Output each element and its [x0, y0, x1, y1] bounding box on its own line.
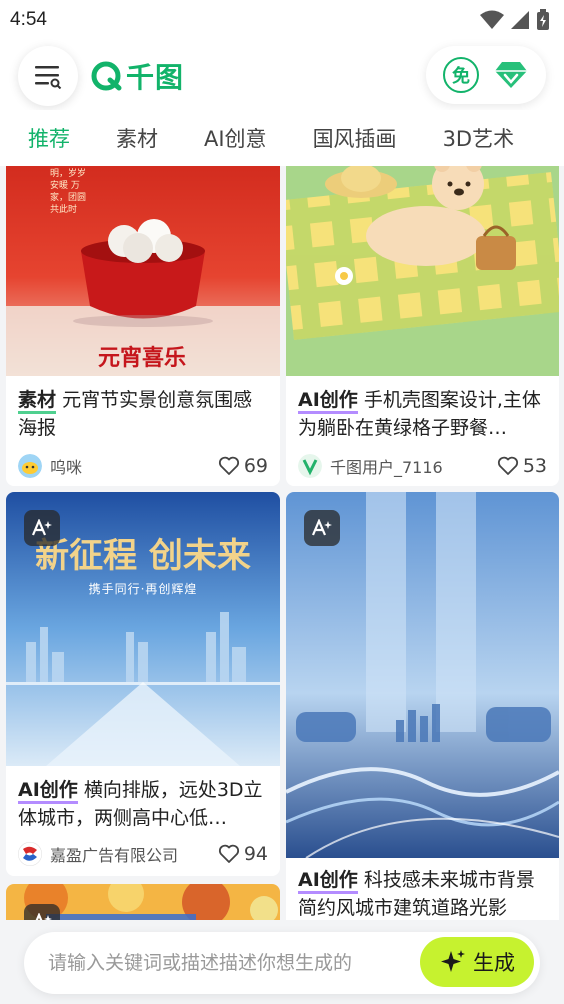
- card-type-badge: 素材: [18, 389, 57, 414]
- card-title: AI创作 手机壳图案设计,主体为躺卧在黄绿格子野餐…: [298, 386, 547, 442]
- ai-tag: [304, 510, 340, 546]
- feed-card[interactable]: 明，岁岁安暖 万家，团圆共此时 元宵喜乐 素材 元宵节实景创意氛围感海报 呜咪 …: [6, 166, 280, 486]
- like-button[interactable]: 69: [218, 455, 268, 477]
- like-count: 53: [522, 455, 547, 477]
- card-title: AI创作 横向排版，远处3D立体城市，两侧高中心低…: [18, 776, 268, 832]
- bottom-bar: 生成: [0, 920, 564, 1004]
- card-title: AI创作 科技感未来城市背景简约风城市建筑道路光影: [298, 866, 547, 920]
- logo-mark-icon: [91, 61, 122, 91]
- card-type-badge: AI创作: [298, 869, 358, 894]
- status-time: 4:54: [10, 9, 47, 30]
- ai-tag: [24, 904, 60, 920]
- tab-recommend[interactable]: 推荐: [28, 123, 70, 153]
- feed: 明，岁岁安暖 万家，团圆共此时 元宵喜乐 素材 元宵节实景创意氛围感海报 呜咪 …: [0, 166, 564, 920]
- ai-tag: [24, 510, 60, 546]
- avatar: [18, 842, 42, 866]
- tab-ai-creative[interactable]: AI创意: [204, 123, 267, 153]
- card-footer: 嘉盈广告有限公司 94: [18, 840, 268, 868]
- sparkle-icon: [441, 950, 465, 972]
- card-footer: 呜咪 69: [18, 452, 268, 480]
- ai-badge-icon: [35, 913, 52, 920]
- heart-icon: [218, 456, 239, 475]
- app-logo: 千图: [90, 56, 184, 96]
- card-image: 明，岁岁安暖 万家，团圆共此时 元宵喜乐: [6, 166, 280, 376]
- author-name: 千图用户_7116: [330, 458, 443, 477]
- heart-icon: [497, 456, 518, 475]
- free-badge[interactable]: 免: [443, 57, 479, 93]
- like-count: 69: [243, 455, 268, 477]
- avatar: [298, 454, 322, 478]
- tab-material[interactable]: 素材: [116, 123, 158, 153]
- feed-card[interactable]: AI创作 手机壳图案设计,主体为躺卧在黄绿格子野餐… 千图用户_7116 53: [286, 166, 559, 486]
- like-button[interactable]: 53: [497, 455, 547, 477]
- tab-guofeng[interactable]: 国风插画: [313, 123, 397, 153]
- like-button[interactable]: 94: [218, 843, 268, 865]
- card-author[interactable]: 千图用户_7116: [298, 454, 443, 478]
- card-author[interactable]: 呜咪: [18, 454, 82, 478]
- heart-icon: [218, 844, 239, 863]
- battery-icon: [537, 9, 549, 30]
- top-bar: 千图 免: [0, 40, 564, 110]
- wifi-icon: [480, 10, 504, 29]
- card-title: 素材 元宵节实景创意氛围感海报: [18, 386, 268, 442]
- prompt-input[interactable]: [48, 948, 428, 978]
- status-icons: [480, 9, 550, 31]
- future-city-image: [286, 492, 559, 858]
- card-type-badge: AI创作: [18, 779, 78, 804]
- feed-card[interactable]: 新征程 创未来 携手同行·再创辉煌 AI创作 横向排版，远处3D立体城市，两侧高…: [6, 492, 280, 876]
- author-name: 呜咪: [50, 458, 83, 477]
- ai-badge-icon: [311, 519, 332, 536]
- vip-pill: 免: [426, 46, 546, 104]
- prompt-bar: 生成: [24, 932, 540, 994]
- bear-picnic-image: [286, 166, 559, 376]
- poster-title-text: 元宵喜乐: [98, 345, 187, 371]
- avatar: [18, 454, 42, 478]
- menu-button[interactable]: [18, 46, 78, 106]
- card-image: [286, 166, 559, 376]
- card-type-badge: AI创作: [298, 389, 358, 414]
- card-footer: 千图用户_7116 53: [298, 452, 547, 480]
- feed-card[interactable]: [6, 884, 280, 920]
- brand-name: 千图: [126, 61, 185, 94]
- poster-subline: 携手同行·再创辉煌: [88, 582, 198, 596]
- feed-card[interactable]: AI创作 科技感未来城市背景简约风城市建筑道路光影: [286, 492, 559, 920]
- ai-badge-icon: [31, 519, 52, 536]
- category-tabs: 推荐 素材 AI创意 国风插画 3D艺术: [0, 110, 564, 166]
- like-count: 94: [243, 843, 268, 865]
- signal-icon: [511, 11, 529, 29]
- menu-search-icon: [35, 66, 62, 89]
- card-image: [286, 492, 559, 858]
- card-author[interactable]: 嘉盈广告有限公司: [18, 842, 178, 866]
- author-name: 嘉盈广告有限公司: [50, 846, 179, 865]
- generate-button[interactable]: 生成: [420, 937, 534, 987]
- generate-label: 生成: [473, 951, 515, 975]
- poster-side-text: 明，岁岁安暖 万家，团圆共此时: [50, 169, 86, 215]
- diamond-icon[interactable]: [493, 60, 529, 90]
- tab-3d-art[interactable]: 3D艺术: [443, 123, 515, 153]
- status-bar: 4:54: [0, 0, 564, 40]
